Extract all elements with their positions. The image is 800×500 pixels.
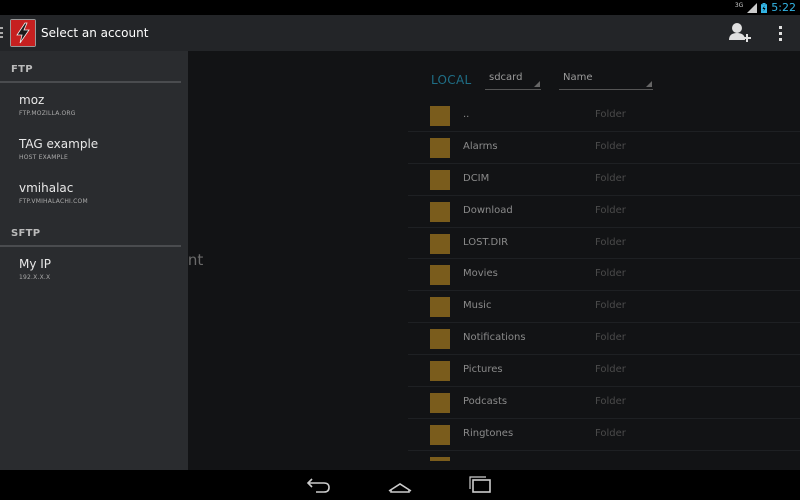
system-nav-bar [0, 470, 800, 500]
section-header-label: FTP [11, 64, 33, 75]
back-icon[interactable] [306, 475, 332, 495]
location-spinner[interactable]: sdcard [485, 72, 541, 90]
account-item-moz[interactable]: moz FTP.MOZILLA.ORG [0, 83, 188, 127]
account-name: My IP [19, 257, 52, 271]
account-item-vmihalac[interactable]: vmihalac FTP.VMIHALACHI.COM [0, 171, 188, 215]
file-type: Folder [595, 300, 626, 312]
file-name: LOST.DIR [463, 236, 509, 248]
account-name: moz [19, 93, 45, 107]
account-host: 192.X.X.X [19, 274, 51, 281]
add-user-icon[interactable] [726, 21, 752, 45]
folder-icon [430, 456, 450, 461]
file-name: Podcasts [463, 396, 508, 408]
file-row[interactable]: Pictures Folder [408, 355, 800, 388]
network-type: 3G [734, 1, 744, 9]
action-bar: Select an account [0, 15, 800, 51]
file-row[interactable]: .. Folder [408, 100, 800, 132]
file-type: Folder [595, 109, 626, 120]
app-bolt-icon[interactable] [10, 19, 36, 47]
file-name: Notifications [463, 332, 526, 344]
battery-icon [761, 2, 768, 13]
file-type: Folder [595, 427, 626, 439]
clock: 5:22 [771, 1, 796, 14]
file-row[interactable]: LOST.DIR Folder [408, 228, 800, 260]
file-list: .. Folder Alarms Folder DCIM Folder Down… [408, 100, 800, 461]
section-header-sftp: SFTP [0, 215, 181, 247]
location-spinner-value: sdcard [489, 72, 523, 83]
overflow-menu-icon[interactable] [770, 21, 790, 45]
folder-icon [430, 265, 450, 286]
file-row[interactable]: DCIM Folder [408, 164, 800, 196]
drawer-indicator-icon[interactable] [0, 27, 3, 38]
status-icons: 3G 5:22 [735, 0, 796, 15]
file-row[interactable]: Alarms Folder [408, 132, 800, 164]
local-file-pane: LOCAL sdcard Name .. Folder Alarms Folde… [408, 51, 800, 470]
file-name: .. [463, 109, 470, 120]
spinner-arrow-icon [534, 81, 540, 87]
file-type: Folder [595, 332, 626, 344]
file-name: Ringtones [463, 427, 514, 439]
file-type: Folder [595, 204, 626, 216]
file-type: Folder [595, 396, 626, 408]
account-item-my-ip[interactable]: My IP 192.X.X.X [0, 247, 188, 291]
sort-spinner-value: Name [563, 72, 593, 83]
local-label: LOCAL [431, 73, 472, 87]
section-header-label: SFTP [11, 228, 41, 239]
folder-icon [430, 169, 450, 190]
file-name: Pictures [463, 364, 503, 376]
file-row[interactable]: Notifications Folder [408, 323, 800, 356]
file-row-partial[interactable] [408, 451, 800, 461]
account-drawer: FTP moz FTP.MOZILLA.ORG TAG example HOST… [0, 51, 188, 470]
file-name: Alarms [463, 140, 498, 152]
file-row[interactable]: Movies Folder [408, 259, 800, 292]
spinner-arrow-icon [646, 81, 652, 87]
file-pane-header: LOCAL sdcard Name [408, 51, 800, 101]
account-host: FTP.VMIHALACHI.COM [19, 198, 88, 205]
folder-icon [430, 297, 450, 318]
file-type: Folder [595, 172, 626, 184]
file-name: DCIM [463, 172, 490, 184]
folder-icon [430, 393, 450, 414]
file-type: Folder [595, 364, 626, 376]
folder-icon [430, 137, 450, 158]
account-host: HOST EXAMPLE [19, 154, 68, 161]
account-host: FTP.MOZILLA.ORG [19, 110, 76, 117]
file-row[interactable]: Download Folder [408, 196, 800, 228]
file-name: Movies [463, 268, 498, 280]
file-type: Folder [595, 268, 626, 280]
file-row[interactable]: Ringtones Folder [408, 419, 800, 451]
folder-icon [430, 329, 450, 350]
folder-icon [430, 233, 450, 254]
folder-icon [430, 361, 450, 382]
folder-icon [430, 424, 450, 445]
file-row[interactable]: Music Folder [408, 291, 800, 324]
folder-icon [430, 106, 450, 126]
file-type: Folder [595, 236, 626, 248]
account-name: vmihalac [19, 181, 74, 195]
signal-icon [747, 2, 758, 13]
home-icon[interactable] [386, 475, 414, 495]
action-bar-title: Select an account [41, 26, 149, 40]
file-type: Folder [595, 140, 626, 152]
file-name: Download [463, 204, 513, 216]
recent-apps-icon[interactable] [466, 475, 494, 495]
account-name: TAG example [19, 137, 99, 151]
section-header-ftp: FTP [0, 51, 181, 83]
file-name: Music [463, 300, 492, 312]
status-bar: 3G 5:22 [0, 0, 800, 15]
account-item-tag-example[interactable]: TAG example HOST EXAMPLE [0, 127, 188, 171]
file-row[interactable]: Podcasts Folder [408, 387, 800, 419]
folder-icon [430, 201, 450, 222]
sort-spinner[interactable]: Name [559, 72, 653, 90]
